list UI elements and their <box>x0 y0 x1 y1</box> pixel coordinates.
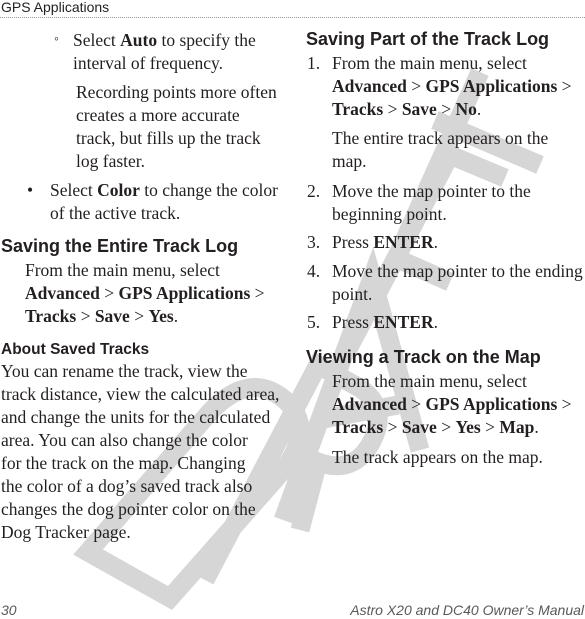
viewing-note: The track appears on the map. <box>332 447 543 467</box>
bullet-marker: • <box>27 180 34 200</box>
step-number: 4. <box>307 261 321 281</box>
page-number: 30 <box>1 602 17 618</box>
sub-bullet-marker: ◦ <box>54 32 59 47</box>
step-number: 5. <box>307 312 321 332</box>
step-number: 1. <box>307 53 321 73</box>
key-enter: ENTER <box>373 312 434 332</box>
option-color: Color <box>97 180 140 200</box>
about-saved-tracks-paragraph: You can rename the track, view the track… <box>1 361 280 542</box>
heading-viewing-track-on-map: Viewing a Track on the Map <box>306 347 541 367</box>
key-enter: ENTER <box>373 232 434 252</box>
sub-bullet-note: Recording points more often creates a mo… <box>76 82 277 171</box>
bullet-text: Select Color to change the color of the … <box>50 180 278 223</box>
running-header: GPS Applications <box>0 0 585 18</box>
heading-saving-entire-track-log: Saving the Entire Track Log <box>1 236 239 256</box>
saving-entire-instructions: From the main menu, select Advanced > GP… <box>25 260 265 326</box>
heading-saving-part-of-track-log: Saving Part of the Track Log <box>306 29 550 49</box>
section-title: GPS Applications <box>1 0 110 15</box>
step-text: Press ENTER. <box>332 312 438 332</box>
step-text: Move the map pointer to the beginning po… <box>332 181 531 224</box>
sub-bullet-text: Select Auto to specify the interval of f… <box>73 30 256 73</box>
step-note: The entire track appears on the map. <box>332 128 549 171</box>
step-number: 2. <box>307 181 321 201</box>
viewing-instructions: From the main menu, select Advanced > GP… <box>332 371 572 437</box>
step-text: From the main menu, select Advanced > GP… <box>332 53 572 119</box>
step-text: Press ENTER. <box>332 232 438 252</box>
heading-about-saved-tracks: About Saved Tracks <box>1 341 150 358</box>
step-number: 3. <box>307 232 321 252</box>
option-auto: Auto <box>120 30 158 50</box>
manual-title: Astro X20 and DC40 Owner’s Manual <box>350 602 584 618</box>
step-text: Move the map pointer to the ending point… <box>332 261 583 304</box>
